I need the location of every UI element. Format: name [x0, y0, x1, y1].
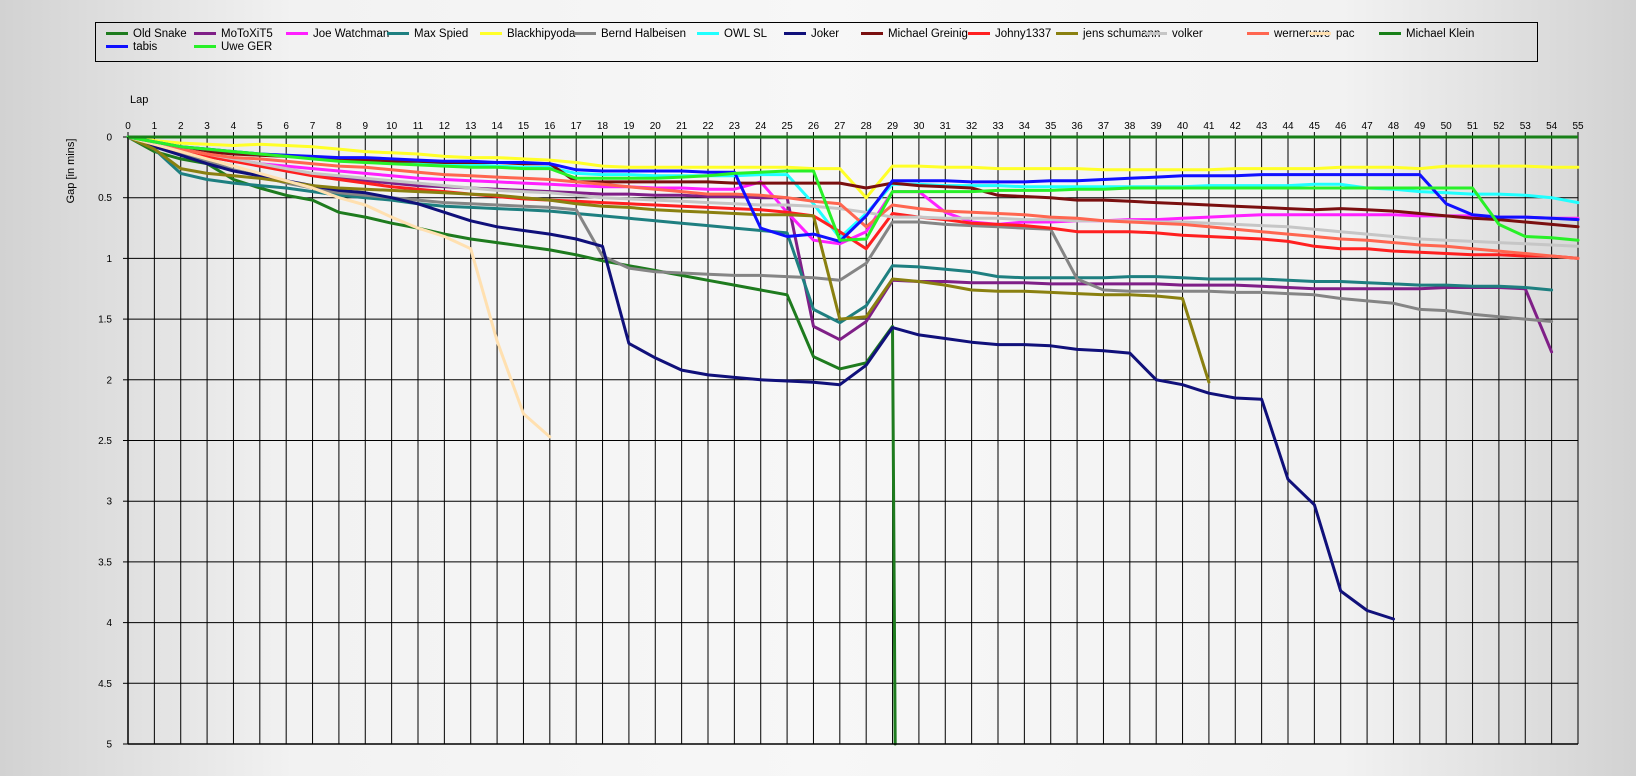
x-tick-label: 39: [1151, 121, 1163, 132]
x-tick-label: 23: [729, 121, 741, 132]
x-tick-label: 6: [283, 121, 289, 132]
x-tick-label: 20: [650, 121, 662, 132]
y-tick-label: 5: [106, 740, 112, 751]
x-tick-label: 44: [1282, 121, 1294, 132]
y-axis-label: Gap [in mins]: [65, 139, 77, 204]
x-tick-label: 18: [597, 121, 609, 132]
x-tick-label: 14: [492, 121, 504, 132]
x-tick-label: 51: [1467, 121, 1479, 132]
x-tick-label: 41: [1203, 121, 1215, 132]
x-tick-label: 50: [1441, 121, 1453, 132]
x-tick-label: 28: [861, 121, 873, 132]
x-tick-label: 42: [1230, 121, 1242, 132]
x-tick-label: 4: [231, 121, 237, 132]
x-tick-label: 35: [1045, 121, 1057, 132]
x-tick-label: 34: [1019, 121, 1031, 132]
x-tick-label: 40: [1177, 121, 1189, 132]
x-tick-label: 15: [518, 121, 530, 132]
x-tick-label: 37: [1098, 121, 1110, 132]
x-tick-label: 3: [204, 121, 210, 132]
x-tick-label: 24: [755, 121, 767, 132]
x-tick-label: 36: [1072, 121, 1084, 132]
x-tick-label: 54: [1546, 121, 1558, 132]
x-tick-label: 8: [336, 121, 342, 132]
x-tick-label: 7: [310, 121, 316, 132]
x-tick-label: 26: [808, 121, 820, 132]
x-tick-label: 48: [1388, 121, 1400, 132]
x-tick-label: 2: [178, 121, 184, 132]
x-tick-label: 55: [1572, 121, 1584, 132]
x-tick-label: 12: [439, 121, 451, 132]
x-tick-label: 33: [992, 121, 1004, 132]
x-tick-label: 27: [834, 121, 846, 132]
y-tick-label: 1: [106, 254, 112, 265]
y-tick-label: 0.5: [98, 193, 112, 204]
x-tick-label: 32: [966, 121, 978, 132]
y-tick-label: 1.5: [98, 315, 112, 326]
x-tick-label: 30: [913, 121, 925, 132]
x-tick-label: 21: [676, 121, 688, 132]
x-tick-label: 11: [413, 121, 424, 132]
x-tick-label: 16: [544, 121, 556, 132]
x-tick-label: 0: [125, 121, 131, 132]
y-tick-label: 0: [106, 133, 112, 144]
x-tick-label: 49: [1414, 121, 1426, 132]
x-tick-label: 38: [1124, 121, 1136, 132]
x-tick-label: 43: [1256, 121, 1268, 132]
x-axis-label: Lap: [130, 94, 148, 106]
x-tick-label: 10: [386, 121, 398, 132]
x-tick-label: 19: [623, 121, 635, 132]
y-tick-label: 2.5: [98, 436, 112, 447]
y-tick-label: 3.5: [98, 557, 112, 568]
x-tick-label: 13: [465, 121, 477, 132]
x-tick-label: 29: [887, 121, 899, 132]
gap-chart: 0 1 2 3 4 5 6 7 8 9 10 11 12 13 14 15 16 17 18 19 20 21 22 23 24…: [65, 94, 1584, 751]
x-tick-label: 1: [152, 121, 158, 132]
x-tick-label: 31: [940, 121, 952, 132]
y-tick-label: 4: [106, 618, 112, 629]
x-tick-label: 45: [1309, 121, 1321, 132]
x-tick-label: 52: [1493, 121, 1505, 132]
x-tick-label: 5: [257, 121, 263, 132]
grid: [123, 132, 1579, 745]
y-tick-label: 4.5: [98, 679, 112, 690]
x-tick-label: 9: [362, 121, 368, 132]
x-tick-label: 25: [782, 121, 794, 132]
x-tick-label: 46: [1335, 121, 1347, 132]
x-tick-label: 17: [571, 121, 583, 132]
x-tick-label: 53: [1520, 121, 1532, 132]
y-tick-label: 3: [106, 497, 112, 508]
x-tick-label: 47: [1362, 121, 1374, 132]
x-tick-label: 22: [702, 121, 714, 132]
y-tick-label: 2: [106, 375, 112, 386]
